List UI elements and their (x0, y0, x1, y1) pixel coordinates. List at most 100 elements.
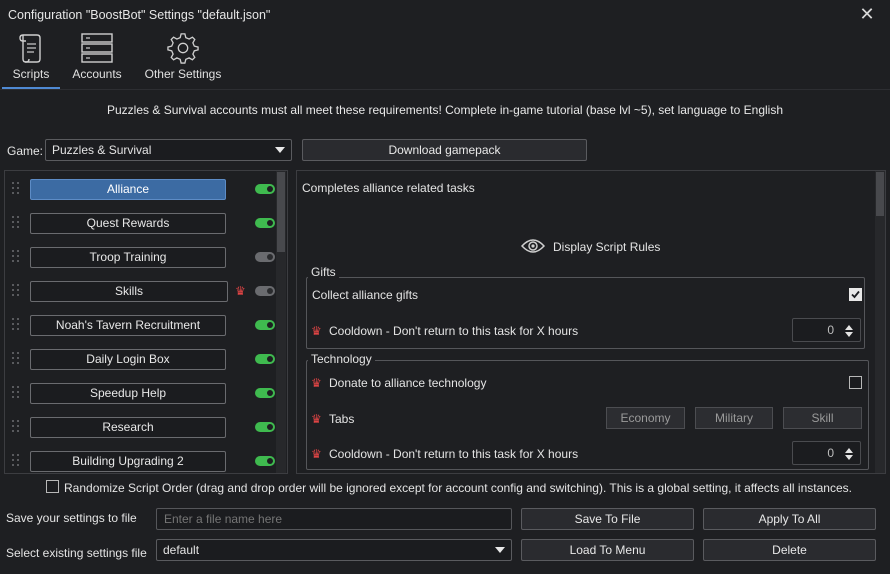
script-enabled-toggle[interactable] (255, 218, 275, 228)
window-title: Configuration "BoostBot" Settings "defau… (8, 8, 271, 22)
donate-technology-checkbox[interactable] (849, 376, 862, 389)
donate-technology-label: Donate to alliance technology (329, 376, 487, 390)
script-row[interactable]: Daily Login Box (5, 342, 281, 376)
drag-handle-icon[interactable] (12, 216, 22, 230)
script-enabled-toggle[interactable] (255, 388, 275, 398)
drag-handle-icon[interactable] (12, 182, 22, 196)
script-button[interactable]: Troop Training (30, 247, 226, 268)
randomize-order-checkbox[interactable] (46, 480, 59, 493)
settings-file-select-value: default (163, 543, 200, 557)
tab-option-skill[interactable]: Skill (783, 407, 862, 429)
apply-to-all-button[interactable]: Apply To All (703, 508, 876, 530)
script-button[interactable]: Noah's Tavern Recruitment (30, 315, 226, 336)
script-row[interactable]: Noah's Tavern Recruitment (5, 308, 281, 342)
tab-other-settings[interactable]: Other Settings (140, 32, 226, 81)
chevron-down-icon (275, 147, 285, 153)
toggle-knob (267, 458, 273, 464)
premium-crown-icon: ♛ (311, 376, 322, 390)
premium-crown-icon: ♛ (311, 412, 322, 426)
script-enabled-toggle[interactable] (255, 422, 275, 432)
script-enabled-toggle[interactable] (255, 286, 275, 296)
gifts-group-title: Gifts (308, 265, 339, 279)
load-to-menu-button[interactable]: Load To Menu (521, 539, 694, 561)
script-row[interactable]: Research (5, 410, 281, 444)
game-select[interactable]: Puzzles & Survival (45, 139, 292, 161)
toggle-knob (267, 288, 273, 294)
collect-gifts-checkbox[interactable] (849, 288, 862, 301)
script-enabled-toggle[interactable] (255, 456, 275, 466)
technology-cooldown-label: Cooldown - Don't return to this task for… (329, 447, 579, 461)
gifts-cooldown-label: Cooldown - Don't return to this task for… (329, 324, 579, 338)
script-row[interactable]: Building Upgrading 2 (5, 444, 281, 473)
requirements-notice: Puzzles & Survival accounts must all mee… (107, 103, 783, 117)
close-icon[interactable]: ✕ (858, 5, 876, 23)
spin-down-icon[interactable] (845, 332, 853, 337)
toggle-knob (267, 390, 273, 396)
script-button[interactable]: Quest Rewards (30, 213, 226, 234)
technology-cooldown-spinbox[interactable]: 0 (792, 441, 861, 465)
game-label: Game: (7, 144, 44, 158)
script-button[interactable]: Daily Login Box (30, 349, 226, 370)
premium-crown-icon: ♛ (235, 284, 246, 298)
script-row[interactable]: Troop Training (5, 240, 281, 274)
tab-option-military[interactable]: Military (695, 407, 773, 429)
tab-accounts[interactable]: Accounts (68, 32, 126, 81)
script-button[interactable]: Building Upgrading 2 (30, 451, 226, 472)
script-button[interactable]: Speedup Help (30, 383, 226, 404)
randomize-order-label: Randomize Script Order (drag and drop or… (64, 481, 852, 495)
chevron-down-icon (495, 547, 505, 553)
scroll-icon (19, 34, 41, 63)
details-scroll-thumb[interactable] (876, 172, 884, 216)
tab-accounts-label: Accounts (72, 67, 122, 81)
script-description: Completes alliance related tasks (302, 181, 475, 195)
details-scrollbar[interactable] (875, 171, 885, 473)
tab-scripts[interactable]: Scripts (8, 32, 54, 81)
script-row[interactable]: Speedup Help (5, 376, 281, 410)
toggle-knob (267, 322, 273, 328)
download-gamepack-button[interactable]: Download gamepack (302, 139, 587, 161)
script-enabled-toggle[interactable] (255, 320, 275, 330)
script-button[interactable]: Research (30, 417, 226, 438)
script-button[interactable]: Skills (30, 281, 228, 302)
drag-handle-icon[interactable] (12, 318, 22, 332)
tab-other-settings-label: Other Settings (144, 67, 222, 81)
gear-icon (167, 33, 199, 64)
tab-option-economy[interactable]: Economy (606, 407, 685, 429)
drag-handle-icon[interactable] (12, 386, 22, 400)
spin-up-icon[interactable] (845, 325, 853, 330)
toggle-knob (267, 254, 273, 260)
drag-handle-icon[interactable] (12, 454, 22, 468)
technology-tabs-label: Tabs (329, 412, 355, 426)
drag-handle-icon[interactable] (12, 352, 22, 366)
script-enabled-toggle[interactable] (255, 354, 275, 364)
script-enabled-toggle[interactable] (255, 184, 275, 194)
script-list-scroll-thumb[interactable] (277, 172, 285, 252)
script-row[interactable]: Quest Rewards (5, 206, 281, 240)
drag-handle-icon[interactable] (12, 284, 22, 298)
save-settings-label: Save your settings to file (6, 511, 137, 525)
gifts-cooldown-value: 0 (827, 323, 834, 337)
script-row[interactable]: Skills ♛ (5, 274, 281, 308)
save-to-file-button[interactable]: Save To File (521, 508, 694, 530)
eye-icon (521, 239, 545, 253)
drag-handle-icon[interactable] (12, 420, 22, 434)
tab-scripts-label: Scripts (12, 67, 50, 81)
premium-crown-icon: ♛ (311, 447, 322, 461)
divider (0, 89, 890, 90)
server-list-icon (81, 33, 113, 63)
script-row[interactable]: Alliance (5, 172, 281, 206)
collect-gifts-label: Collect alliance gifts (312, 288, 419, 302)
spin-up-icon[interactable] (845, 448, 853, 453)
script-enabled-toggle[interactable] (255, 252, 275, 262)
drag-handle-icon[interactable] (12, 250, 22, 264)
script-button[interactable]: Alliance (30, 179, 226, 200)
game-select-value: Puzzles & Survival (52, 143, 152, 157)
display-script-rules-label: Display Script Rules (553, 240, 661, 254)
script-details-panel: Completes alliance related tasks Display… (296, 170, 886, 474)
gifts-cooldown-spinbox[interactable]: 0 (792, 318, 861, 342)
delete-button[interactable]: Delete (703, 539, 876, 561)
settings-file-select[interactable]: default (156, 539, 512, 561)
file-name-input[interactable] (156, 508, 512, 530)
toggle-knob (267, 220, 273, 226)
spin-down-icon[interactable] (845, 455, 853, 460)
